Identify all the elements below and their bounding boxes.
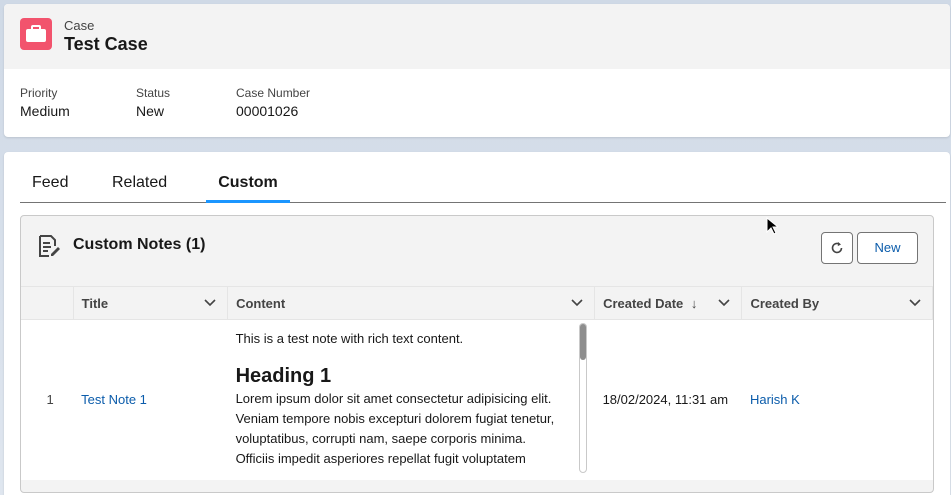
field-status: Status New xyxy=(136,86,236,119)
related-list-header: Custom Notes (1) New xyxy=(21,216,933,286)
chevron-down-icon[interactable] xyxy=(570,295,584,309)
chevron-down-icon[interactable] xyxy=(203,295,217,309)
column-header-content[interactable]: Content xyxy=(227,286,596,320)
field-label: Status xyxy=(136,86,171,100)
tab-bar: Feed Related Custom xyxy=(20,152,946,203)
title-cell: Test Note 1 xyxy=(73,320,227,480)
column-header-created-date[interactable]: Created Date ↓ xyxy=(594,286,743,320)
field-priority: Priority Medium xyxy=(20,86,136,119)
field-label: Case Number xyxy=(236,86,311,100)
created-by-cell: Harish K xyxy=(742,320,933,480)
column-header-label: Content xyxy=(236,295,286,311)
content-line: Officiis impedit asperiores repellat fug… xyxy=(235,450,526,466)
row-number-header xyxy=(21,286,74,320)
field-value: New xyxy=(136,103,165,119)
notes-table: Title Content Created Date ↓ Created By xyxy=(21,286,933,480)
field-value: 00001026 xyxy=(236,103,299,119)
column-header-label: Title xyxy=(81,295,109,311)
notes-icon xyxy=(39,235,60,257)
refresh-icon xyxy=(831,242,843,254)
record-header: Case Test Case Priority Medium Status Ne… xyxy=(4,4,950,137)
record-header-top: Case Test Case xyxy=(4,4,950,69)
record-title: Test Case xyxy=(64,34,148,54)
chevron-down-icon[interactable] xyxy=(908,295,922,309)
scrollbar-thumb[interactable] xyxy=(579,324,586,360)
content-line: Lorem ipsum dolor sit amet consectetur a… xyxy=(235,390,552,406)
table-row: 1 Test Note 1 This is a test note with r… xyxy=(21,320,933,480)
field-case-number: Case Number 00001026 xyxy=(236,86,436,119)
created-date-cell: 18/02/2024, 11:31 am xyxy=(602,392,729,408)
chevron-down-icon[interactable] xyxy=(717,295,731,309)
tab-related[interactable]: Related xyxy=(100,152,206,202)
refresh-button[interactable] xyxy=(821,232,853,264)
highlights-fields: Priority Medium Status New Case Number 0… xyxy=(20,86,436,119)
content-intro: This is a test note with rich text conte… xyxy=(235,330,464,346)
tab-custom[interactable]: Custom xyxy=(206,152,290,203)
mouse-cursor-icon xyxy=(766,217,778,235)
object-type-label: Case xyxy=(64,18,95,33)
column-header-label: Created Date xyxy=(603,295,684,311)
case-briefcase-icon xyxy=(20,18,52,50)
column-header-created-by[interactable]: Created By xyxy=(741,286,933,320)
created-by-link[interactable]: Harish K xyxy=(750,392,800,407)
sort-descending-icon: ↓ xyxy=(690,295,698,311)
content-scrollbar[interactable] xyxy=(578,323,587,473)
content-heading: Heading 1 xyxy=(235,364,332,387)
content-cell: This is a test note with rich text conte… xyxy=(228,320,595,480)
note-title-link[interactable]: Test Note 1 xyxy=(81,392,147,407)
tabset-card: Feed Related Custom Custom Notes (1) New xyxy=(4,152,950,495)
column-header-label: Created By xyxy=(750,295,820,311)
custom-notes-related-list: Custom Notes (1) New Title Content Creat… xyxy=(20,215,934,493)
rich-text-content: This is a test note with rich text conte… xyxy=(228,324,595,476)
tab-feed[interactable]: Feed xyxy=(20,152,100,202)
field-value: Medium xyxy=(20,103,70,119)
content-line: voluptatibus, corrupti nam, saepe corpor… xyxy=(235,430,527,446)
new-button[interactable]: New xyxy=(857,232,918,264)
column-header-title[interactable]: Title xyxy=(73,286,229,320)
related-list-title: Custom Notes (1) xyxy=(73,236,206,253)
field-label: Priority xyxy=(20,86,58,100)
content-line: Veniam tempore nobis excepturi dolorem f… xyxy=(235,410,555,426)
row-number: 1 xyxy=(46,392,54,408)
table-header-row: Title Content Created Date ↓ Created By xyxy=(21,286,933,320)
